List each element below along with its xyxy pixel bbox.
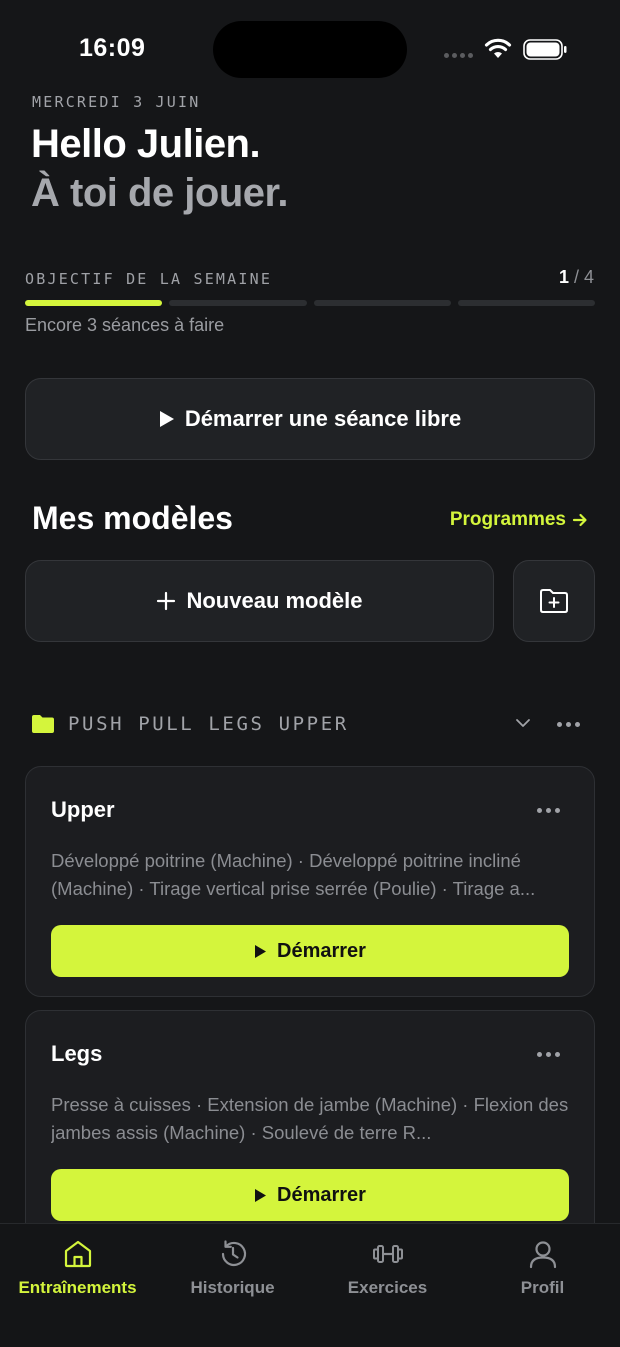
new-template-label: Nouveau modèle	[186, 588, 363, 613]
status-bar: 16:09	[0, 0, 620, 90]
arrow-right-icon	[572, 513, 587, 527]
progress-segment-empty	[169, 300, 307, 306]
folder-more-icon[interactable]	[557, 722, 580, 727]
start-template-label: Démarrer	[277, 939, 366, 962]
more-options-icon[interactable]	[537, 808, 560, 813]
weekly-goal-count: 1 / 4	[559, 267, 594, 288]
new-template-button[interactable]: Nouveau modèle	[25, 560, 494, 642]
home-icon	[64, 1240, 91, 1268]
template-card-legs[interactable]: Legs Presse à cuisses · Extension de jam…	[25, 1010, 595, 1241]
progress-segment-empty	[313, 300, 451, 306]
user-icon	[529, 1241, 556, 1269]
more-options-icon[interactable]	[537, 1052, 560, 1057]
tab-label: Entraînements	[18, 1278, 137, 1297]
weekly-goal-total: 4	[583, 267, 594, 287]
tab-label: Exercices	[347, 1278, 428, 1297]
tab-bar: Entraînements Historique Exercices Profi…	[0, 1223, 620, 1347]
status-time: 16:09	[79, 34, 146, 62]
programs-link[interactable]: Programmes	[450, 509, 588, 531]
programs-link-label: Programmes	[449, 509, 566, 530]
plus-icon	[157, 591, 176, 611]
template-card-title: Upper	[51, 797, 115, 822]
tab-entrainements[interactable]: Entraînements	[0, 1238, 155, 1298]
progress-segment-done	[25, 300, 163, 306]
tab-label: Profil	[520, 1278, 565, 1297]
wifi-icon	[484, 38, 512, 58]
tab-exercices[interactable]: Exercices	[310, 1238, 465, 1298]
battery-icon	[523, 39, 567, 60]
cellular-signal-icon	[444, 53, 473, 58]
play-icon	[159, 411, 174, 427]
folder-row[interactable]: PUSH PULL LEGS UPPER	[32, 700, 588, 748]
folder-plus-icon	[540, 589, 568, 613]
date-label: MERCREDI 3 JUIN	[32, 93, 201, 111]
greeting-subtitle: À toi de jouer.	[31, 171, 288, 215]
weekly-goal-remaining: Encore 3 séances à faire	[25, 315, 225, 335]
weekly-goal-separator: /	[568, 267, 584, 287]
templates-title: Mes modèles	[32, 500, 233, 536]
start-template-button[interactable]: Démarrer	[51, 925, 569, 977]
play-icon	[255, 944, 267, 958]
start-template-button[interactable]: Démarrer	[51, 1169, 569, 1221]
dumbbell-icon	[372, 1245, 403, 1263]
tab-historique[interactable]: Historique	[155, 1238, 310, 1298]
history-icon	[221, 1240, 246, 1267]
weekly-goal-label: OBJECTIF DE LA SEMAINE	[25, 270, 273, 288]
progress-segment-empty	[457, 300, 595, 306]
start-free-session-button[interactable]: Démarrer une séance libre	[25, 378, 595, 460]
folder-name: PUSH PULL LEGS UPPER	[68, 713, 349, 735]
template-card-exercises: Presse à cuisses · Extension de jambe (M…	[51, 1094, 569, 1143]
weekly-goal-progress	[25, 300, 595, 306]
start-free-session-label: Démarrer une séance libre	[184, 406, 462, 431]
template-card-exercises: Développé poitrine (Machine) · Développé…	[51, 850, 536, 899]
start-template-label: Démarrer	[277, 1183, 366, 1206]
template-card-title: Legs	[51, 1041, 103, 1066]
dynamic-island	[213, 21, 407, 78]
template-card-upper[interactable]: Upper Développé poitrine (Machine) · Dév…	[25, 766, 595, 997]
chevron-down-icon[interactable]	[514, 714, 532, 732]
tab-profil[interactable]: Profil	[465, 1238, 620, 1298]
tab-label: Historique	[190, 1278, 275, 1297]
play-icon	[255, 1188, 267, 1202]
greeting-title: Hello Julien.	[31, 122, 261, 166]
folder-icon	[32, 715, 54, 733]
new-folder-button[interactable]	[513, 560, 595, 642]
weekly-goal-done: 1	[558, 267, 569, 287]
